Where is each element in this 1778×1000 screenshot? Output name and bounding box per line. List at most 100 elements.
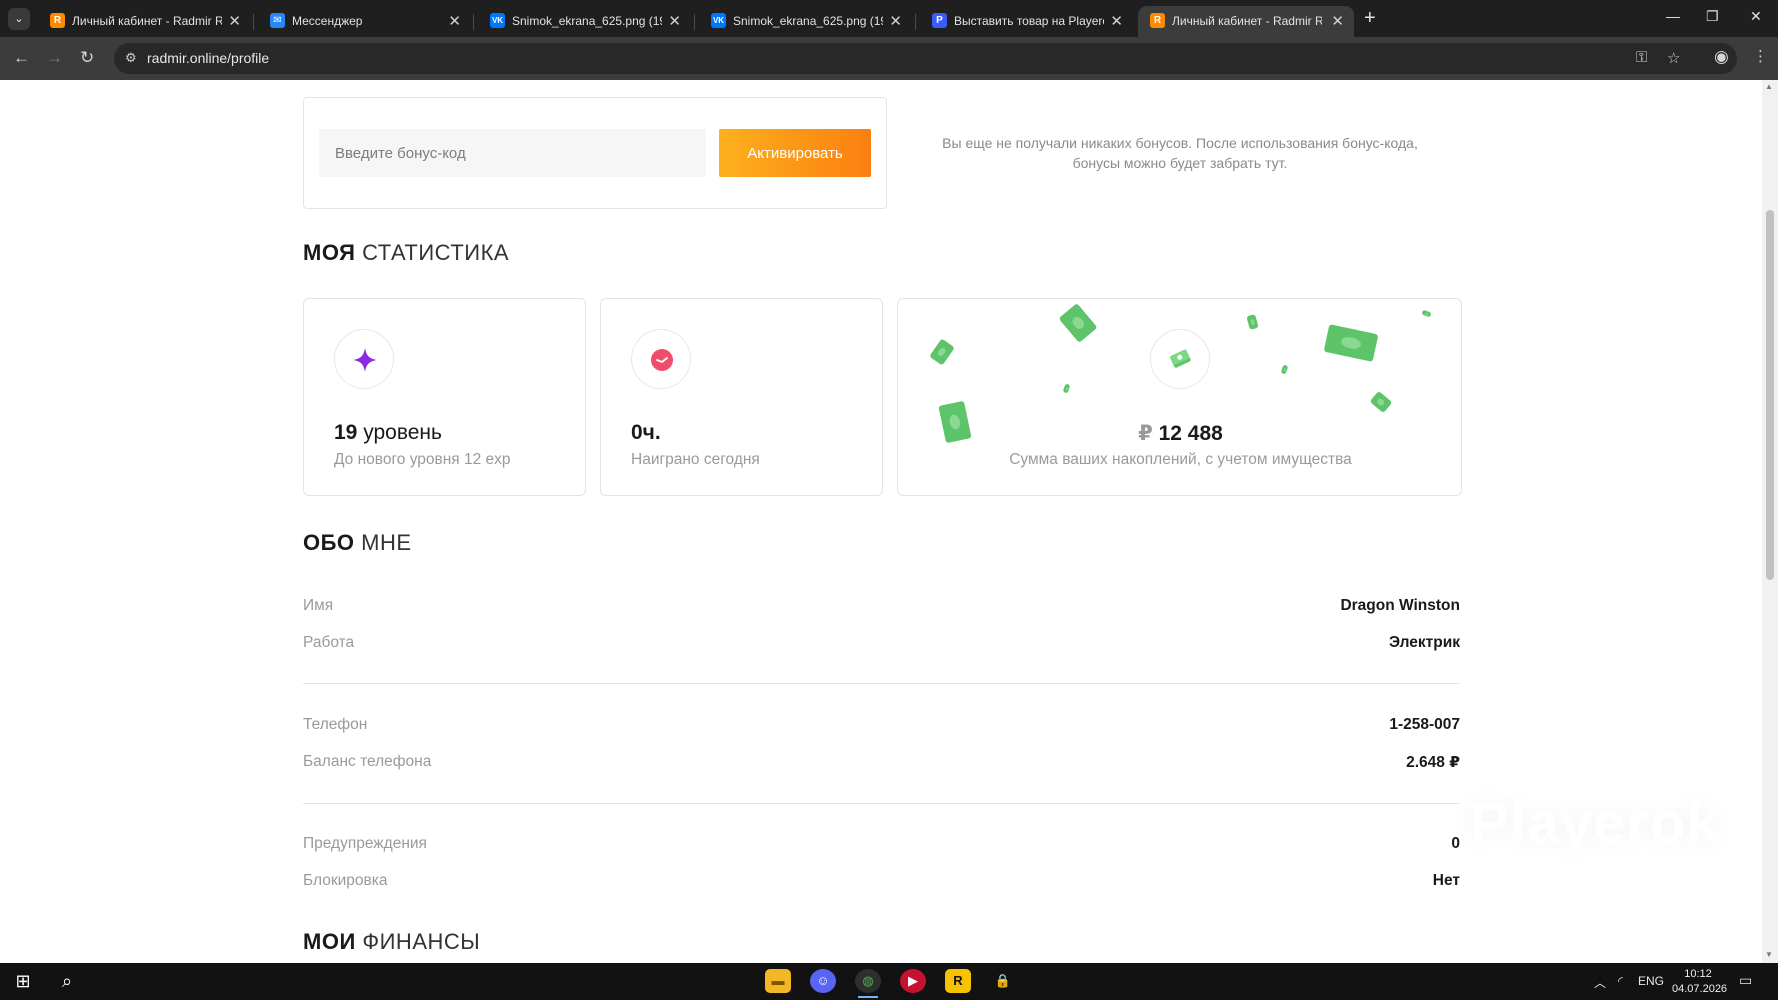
chrome-icon[interactable]: ◍ bbox=[855, 969, 881, 998]
bonus-code-input[interactable] bbox=[319, 129, 706, 177]
discord-icon[interactable]: ☺ bbox=[810, 969, 836, 993]
info-label-phone-balance: Баланс телефона bbox=[303, 753, 432, 770]
info-label-warnings: Предупреждения bbox=[303, 835, 427, 852]
flying-money-icon bbox=[1421, 309, 1432, 318]
close-tab-icon[interactable]: ✕ bbox=[668, 12, 681, 30]
scroll-thumb[interactable] bbox=[1766, 210, 1774, 580]
address-bar[interactable]: ⚙ radmir.online/profile ⚿ ☆ bbox=[114, 43, 1737, 74]
tab-search-button[interactable]: ⌄ bbox=[8, 8, 30, 30]
info-value-phone-balance: 2.648 ₽ bbox=[1406, 754, 1460, 771]
media-player-icon[interactable]: ▶ bbox=[900, 969, 926, 993]
browser-tab-bar: ⌄ R Личный кабинет - Radmir Role ✕ ✉ Мес… bbox=[0, 0, 1778, 37]
tab-vk-screenshot-2[interactable]: VK Snimok_ekrana_625.png (1920× ✕ bbox=[699, 6, 912, 37]
close-tab-icon[interactable]: ✕ bbox=[1331, 12, 1344, 30]
close-window-icon[interactable]: ✕ bbox=[1750, 8, 1762, 25]
info-label-name: Имя bbox=[303, 597, 334, 614]
playtime-value: 0ч. bbox=[631, 421, 661, 444]
tab-title: Личный кабинет - Radmir Role bbox=[72, 14, 222, 28]
tab-separator bbox=[694, 14, 695, 30]
finances-section-title: МОИ ФИНАНСЫ bbox=[303, 929, 481, 954]
new-tab-icon[interactable]: + bbox=[1364, 7, 1376, 30]
close-tab-icon[interactable]: ✕ bbox=[1110, 12, 1123, 30]
tab-radmir-profile-1[interactable]: R Личный кабинет - Radmir Role ✕ bbox=[38, 6, 251, 37]
sparkle-icon bbox=[353, 348, 377, 372]
vpn-lock-icon[interactable]: 🔒 bbox=[990, 969, 1016, 993]
flying-money-icon bbox=[1280, 364, 1289, 375]
system-clock[interactable]: 10:12 04.07.2026 bbox=[1672, 967, 1728, 997]
reload-icon[interactable]: ↻ bbox=[80, 48, 94, 68]
info-label-phone: Телефон bbox=[303, 716, 368, 733]
tab-title: Snimok_ekrana_625.png (1920× bbox=[733, 14, 883, 28]
tab-separator bbox=[473, 14, 474, 30]
playtime-subtitle: Наиграно сегодня bbox=[631, 451, 760, 468]
radmir-favicon-icon: R bbox=[50, 13, 65, 28]
notifications-icon[interactable]: ▭ bbox=[1739, 972, 1752, 989]
messenger-favicon-icon: ✉ bbox=[270, 13, 285, 28]
browser-toolbar: ← → ↻ ⚙ radmir.online/profile ⚿ ☆ ◉ ⋮ bbox=[0, 37, 1778, 80]
clock-icon bbox=[651, 349, 673, 371]
clock-time: 10:12 bbox=[1684, 968, 1712, 980]
menu-dots-icon[interactable]: ⋮ bbox=[1753, 47, 1768, 65]
close-tab-icon[interactable]: ✕ bbox=[448, 12, 461, 30]
search-icon[interactable]: ⌕ bbox=[54, 969, 80, 993]
flying-money-icon bbox=[1246, 314, 1259, 330]
savings-value: ₽ 12 488 bbox=[1138, 422, 1223, 445]
tab-radmir-profile-active[interactable]: R Личный кабинет - Radmir Role ✕ bbox=[1138, 6, 1354, 37]
money-icon bbox=[1170, 349, 1191, 368]
tab-title: Snimok_ekrana_625.png (1920× bbox=[512, 14, 662, 28]
tab-playerok[interactable]: P Выставить товар на Playerok ✕ bbox=[920, 6, 1133, 37]
rockstar-icon[interactable]: R bbox=[945, 969, 971, 993]
profile-icon[interactable]: ◉ bbox=[1714, 47, 1729, 67]
info-value-job: Электрик bbox=[1388, 634, 1460, 651]
level-value: 19 уровень bbox=[334, 421, 442, 444]
forward-icon[interactable]: → bbox=[46, 48, 63, 68]
scroll-up-icon[interactable]: ▲ bbox=[1765, 82, 1773, 91]
minimize-icon[interactable]: — bbox=[1666, 8, 1680, 24]
scroll-down-icon[interactable]: ▼ bbox=[1765, 950, 1773, 959]
tab-messenger[interactable]: ✉ Мессенджер ✕ bbox=[258, 6, 471, 37]
windows-start-icon[interactable]: ⊞ bbox=[10, 969, 36, 993]
section-divider bbox=[303, 683, 1460, 684]
playerok-favicon-icon: P bbox=[932, 13, 947, 28]
vk-favicon-icon: VK bbox=[490, 13, 505, 28]
info-value-warnings: 0 bbox=[1451, 835, 1460, 852]
info-value-ban: Нет bbox=[1432, 872, 1460, 889]
info-label-job: Работа bbox=[303, 634, 355, 651]
vk-favicon-icon: VK bbox=[711, 13, 726, 28]
close-tab-icon[interactable]: ✕ bbox=[228, 12, 241, 30]
network-icon[interactable]: ◜ bbox=[1618, 974, 1623, 988]
bookmark-star-icon[interactable]: ☆ bbox=[1667, 49, 1680, 67]
bonus-code-panel: Активировать bbox=[303, 97, 887, 209]
back-icon[interactable]: ← bbox=[13, 48, 30, 68]
flying-money-icon bbox=[929, 338, 955, 366]
windows-taskbar: ⊞ ⌕ ▬ ☺ ◍ ▶ R 🔒 ︿ ◜ ENG 10:12 04.07.2026… bbox=[0, 963, 1778, 1000]
flying-money-icon bbox=[1058, 303, 1098, 343]
restore-icon[interactable]: ❐ bbox=[1706, 8, 1719, 25]
savings-subtitle: Сумма ваших накоплений, с учетом имущест… bbox=[1009, 451, 1352, 468]
radmir-favicon-icon: R bbox=[1150, 13, 1165, 28]
savings-badge bbox=[1150, 329, 1210, 389]
bonus-empty-note: Вы еще не получали никаких бонусов. Посл… bbox=[942, 135, 1418, 171]
flying-money-icon bbox=[1369, 390, 1393, 414]
about-section-title: ОБО МНЕ bbox=[303, 530, 412, 555]
file-explorer-icon[interactable]: ▬ bbox=[765, 969, 791, 993]
url-text: radmir.online/profile bbox=[147, 50, 270, 66]
info-value-name: Dragon Winston bbox=[1340, 597, 1460, 614]
playtime-stat-card: 0ч. Наиграно сегодня bbox=[600, 298, 883, 496]
language-indicator[interactable]: ENG bbox=[1638, 974, 1664, 988]
tray-overflow-icon[interactable]: ︿ bbox=[1594, 974, 1606, 991]
tab-title: Мессенджер bbox=[292, 14, 363, 28]
page-scrollbar[interactable]: ▲ ▼ bbox=[1762, 80, 1778, 963]
level-stat-card: 19 уровень До нового уровня 12 exp bbox=[303, 298, 586, 496]
playerok-watermark: Playerok bbox=[1470, 791, 1720, 856]
password-key-icon[interactable]: ⚿ bbox=[1636, 49, 1647, 66]
playtime-badge bbox=[631, 329, 691, 389]
site-info-icon[interactable]: ⚙ bbox=[125, 50, 137, 66]
activate-button[interactable]: Активировать bbox=[719, 129, 871, 177]
tab-title: Личный кабинет - Radmir Role bbox=[1172, 14, 1322, 28]
stats-section-title: МОЯ СТАТИСТИКА bbox=[303, 240, 510, 265]
tab-vk-screenshot-1[interactable]: VK Snimok_ekrana_625.png (1920× ✕ bbox=[478, 6, 691, 37]
clock-date: 04.07.2026 bbox=[1672, 983, 1728, 995]
level-subtitle: До нового уровня 12 exp bbox=[334, 451, 511, 468]
close-tab-icon[interactable]: ✕ bbox=[889, 12, 902, 30]
